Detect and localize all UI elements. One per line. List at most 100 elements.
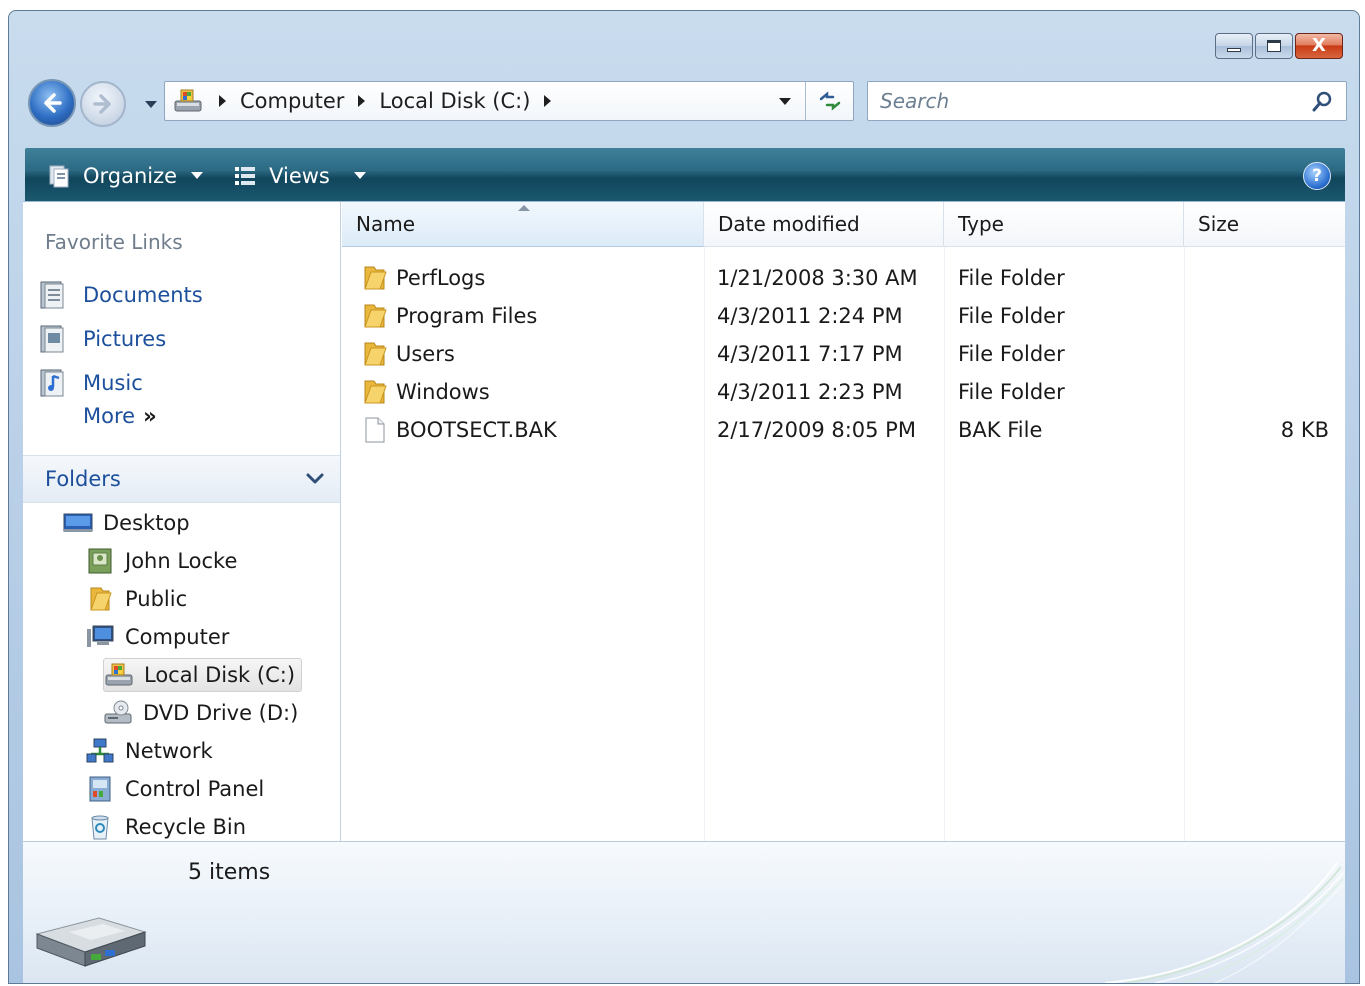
tree-item-label: Desktop: [103, 511, 190, 535]
breadcrumb-separator-icon[interactable]: [219, 95, 226, 107]
breadcrumb-separator-icon[interactable]: [358, 95, 366, 107]
folder-icon: [364, 304, 387, 328]
sort-ascending-icon: [518, 205, 530, 211]
file-name: Windows: [396, 380, 490, 404]
file-name: Program Files: [396, 304, 538, 328]
organize-label: Organize: [83, 163, 178, 188]
file-list: Name Date modified Type Size PerfLogs 1/…: [342, 202, 1345, 842]
folder-icon: [364, 380, 387, 404]
maximize-icon: [1267, 40, 1281, 52]
double-chevron-icon: »: [143, 404, 157, 428]
tree-item-local-disk[interactable]: Local Disk (C:): [103, 658, 303, 692]
network-icon: [86, 738, 114, 763]
file-icon: [365, 417, 385, 443]
refresh-icon: [819, 91, 840, 111]
tree-item-desktop[interactable]: Desktop: [63, 506, 196, 540]
file-size: [1184, 259, 1329, 297]
search-box[interactable]: [867, 81, 1347, 121]
views-button[interactable]: Views: [225, 148, 374, 203]
address-bar[interactable]: Computer Local Disk (C:): [164, 81, 854, 121]
command-bar: Organize Views ?: [25, 148, 1345, 203]
documents-icon: [40, 281, 64, 309]
column-header-type[interactable]: Type: [944, 202, 1184, 247]
column-header-label: Name: [356, 212, 416, 236]
folder-icon: [90, 587, 112, 611]
search-input[interactable]: [880, 89, 1300, 113]
tree-item-public[interactable]: Public: [85, 582, 193, 616]
file-name: PerfLogs: [396, 266, 486, 290]
favorite-link-pictures[interactable]: Pictures: [37, 322, 166, 356]
folder-icon: [364, 342, 387, 366]
file-name-cell: PerfLogs: [362, 259, 485, 297]
local-disk-icon: [171, 86, 205, 116]
file-type: File Folder: [958, 380, 1065, 404]
column-header-name[interactable]: Name: [342, 202, 704, 247]
breadcrumb-separator-icon[interactable]: [544, 95, 552, 107]
tree-item-computer[interactable]: Computer: [85, 620, 235, 654]
column-header-label: Size: [1198, 212, 1240, 236]
back-button[interactable]: [28, 79, 76, 127]
file-name: BOOTSECT.BAK: [396, 418, 557, 442]
file-type: BAK File: [958, 418, 1043, 442]
folder-icon: [364, 266, 387, 290]
favorite-link-documents[interactable]: Documents: [37, 278, 203, 312]
details-pane: 5 items: [23, 841, 1345, 983]
close-button[interactable]: X: [1295, 33, 1343, 59]
favorite-link-label: Music: [83, 371, 143, 395]
column-header-date-modified[interactable]: Date modified: [704, 202, 944, 247]
refresh-button[interactable]: [805, 82, 853, 120]
tree-item-label: Control Panel: [125, 777, 265, 801]
tree-item-john-locke[interactable]: John Locke: [85, 544, 243, 578]
breadcrumb-local-disk[interactable]: Local Disk (C:): [379, 89, 530, 113]
file-type: File Folder: [958, 304, 1065, 328]
favorite-link-label: Documents: [83, 283, 203, 307]
tree-item-label: Network: [125, 739, 213, 763]
address-history-dropdown[interactable]: [779, 98, 791, 105]
forward-button[interactable]: [80, 81, 126, 127]
file-type: File Folder: [958, 266, 1065, 290]
tree-item-label: Recycle Bin: [125, 815, 247, 839]
minimize-button[interactable]: [1215, 33, 1253, 59]
file-row-perflogs[interactable]: PerfLogs 1/21/2008 3:30 AM File Folder: [342, 259, 1345, 297]
tree-item-control-panel[interactable]: Control Panel: [85, 772, 270, 806]
tree-item-label: Local Disk (C:): [144, 663, 296, 687]
file-row-bootsect-bak[interactable]: BOOTSECT.BAK 2/17/2009 8:05 PM BAK File …: [342, 411, 1345, 449]
control-panel-icon: [89, 776, 111, 802]
file-row-users[interactable]: Users 4/3/2011 7:17 PM File Folder: [342, 335, 1345, 373]
content-area: Favorite Links Documents Pictures Music …: [23, 201, 1345, 842]
more-links-button[interactable]: More »: [83, 404, 157, 428]
file-date: 2/17/2009 8:05 PM: [717, 418, 916, 442]
explorer-window: X Computer Local Disk (C:) Search Organi…: [8, 10, 1360, 984]
folders-header[interactable]: Folders: [23, 455, 340, 503]
search-icon[interactable]: [1310, 90, 1334, 114]
user-folder-icon: [88, 548, 112, 574]
tree-item-network[interactable]: Network: [85, 734, 219, 768]
navigation-pane: Favorite Links Documents Pictures Music …: [23, 202, 341, 842]
file-size: [1184, 373, 1329, 411]
organize-button[interactable]: Organize: [39, 148, 211, 203]
tree-item-recycle-bin[interactable]: Recycle Bin: [85, 810, 252, 844]
recent-pages-dropdown[interactable]: [145, 101, 157, 108]
breadcrumb-computer[interactable]: Computer: [240, 89, 344, 113]
file-row-windows[interactable]: Windows 4/3/2011 2:23 PM File Folder: [342, 373, 1345, 411]
column-header-size[interactable]: Size: [1184, 202, 1345, 247]
organize-icon: [49, 165, 69, 187]
file-date: 4/3/2011 2:24 PM: [717, 304, 903, 328]
pictures-icon: [40, 325, 64, 353]
tree-item-label: Public: [125, 587, 188, 611]
forward-arrow-icon: [93, 94, 111, 114]
file-size: 8 KB: [1280, 418, 1329, 442]
maximize-button[interactable]: [1255, 33, 1293, 59]
tree-item-dvd-drive[interactable]: DVD Drive (D:): [103, 696, 304, 730]
file-row-program-files[interactable]: Program Files 4/3/2011 2:24 PM File Fold…: [342, 297, 1345, 335]
tree-item-label: DVD Drive (D:): [143, 701, 299, 725]
file-name: Users: [396, 342, 455, 366]
favorite-link-music[interactable]: Music: [37, 366, 143, 400]
local-disk-icon: [35, 917, 147, 967]
file-date: 1/21/2008 3:30 AM: [717, 266, 918, 290]
help-icon[interactable]: ?: [1303, 162, 1331, 190]
file-type: File Folder: [958, 342, 1065, 366]
file-date: 4/3/2011 2:23 PM: [717, 380, 903, 404]
chevron-down-icon[interactable]: [304, 468, 326, 490]
folders-heading: Folders: [45, 467, 121, 491]
